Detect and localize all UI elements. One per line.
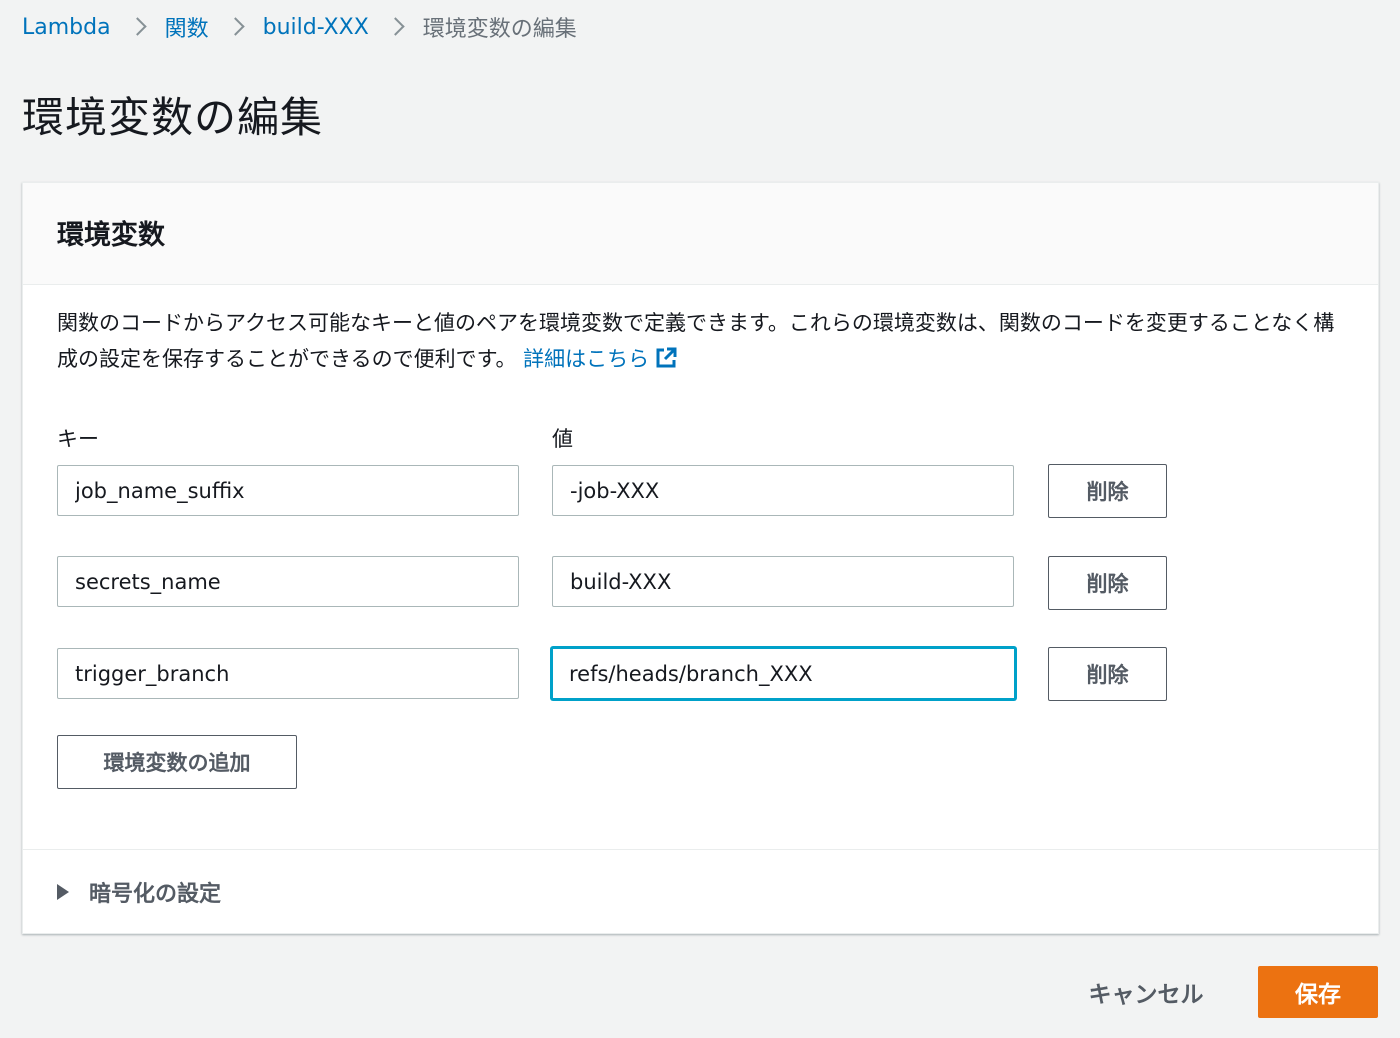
page-title: 環境変数の編集 xyxy=(22,93,324,142)
chevron-right-icon xyxy=(111,15,165,39)
env-key-input-3[interactable] xyxy=(57,648,519,699)
env-key-input-1[interactable] xyxy=(57,465,519,516)
chevron-right-icon xyxy=(209,15,263,39)
breadcrumb-function-name[interactable]: build-XXX xyxy=(263,15,369,40)
cancel-button[interactable]: キャンセル xyxy=(1066,966,1226,1018)
env-value-input-3[interactable] xyxy=(551,647,1016,700)
encryption-settings-toggle[interactable]: 暗号化の設定 xyxy=(23,849,1378,934)
panel-description: 関数のコードからアクセス可能なキーと値のペアを環境変数で定義できます。これらの環… xyxy=(57,305,1347,377)
panel-header: 環境変数 xyxy=(23,183,1378,285)
external-link-icon xyxy=(656,347,677,368)
remove-button-2[interactable]: 削除 xyxy=(1048,556,1167,610)
learn-more-text: 詳細はこちら xyxy=(523,347,650,371)
description-text: 関数のコードからアクセス可能なキーと値のペアを環境変数で定義できます。これらの環… xyxy=(57,311,1335,371)
caret-right-icon xyxy=(57,884,69,900)
breadcrumb-current: 環境変数の編集 xyxy=(422,17,577,42)
env-value-input-2[interactable] xyxy=(552,556,1014,607)
env-value-input-1[interactable] xyxy=(552,465,1014,516)
chevron-right-icon xyxy=(369,15,423,39)
remove-button-1[interactable]: 削除 xyxy=(1048,464,1167,518)
key-column-label: キー xyxy=(57,427,99,451)
breadcrumb-functions[interactable]: 関数 xyxy=(165,11,209,43)
breadcrumb-lambda[interactable]: Lambda xyxy=(22,15,111,40)
add-environment-variable-button[interactable]: 環境変数の追加 xyxy=(57,735,297,789)
breadcrumb: Lambda 関数 build-XXX 環境変数の編集 xyxy=(22,10,577,44)
env-key-input-2[interactable] xyxy=(57,556,519,607)
environment-variables-panel: 環境変数 関数のコードからアクセス可能なキーと値のペアを環境変数で定義できます。… xyxy=(22,182,1379,934)
value-column-label: 値 xyxy=(552,427,573,451)
panel-title: 環境変数 xyxy=(57,220,165,251)
learn-more-link[interactable]: 詳細はこちら xyxy=(523,347,677,371)
encryption-settings-label: 暗号化の設定 xyxy=(89,882,222,907)
save-button[interactable]: 保存 xyxy=(1258,966,1378,1018)
remove-button-3[interactable]: 削除 xyxy=(1048,647,1167,701)
